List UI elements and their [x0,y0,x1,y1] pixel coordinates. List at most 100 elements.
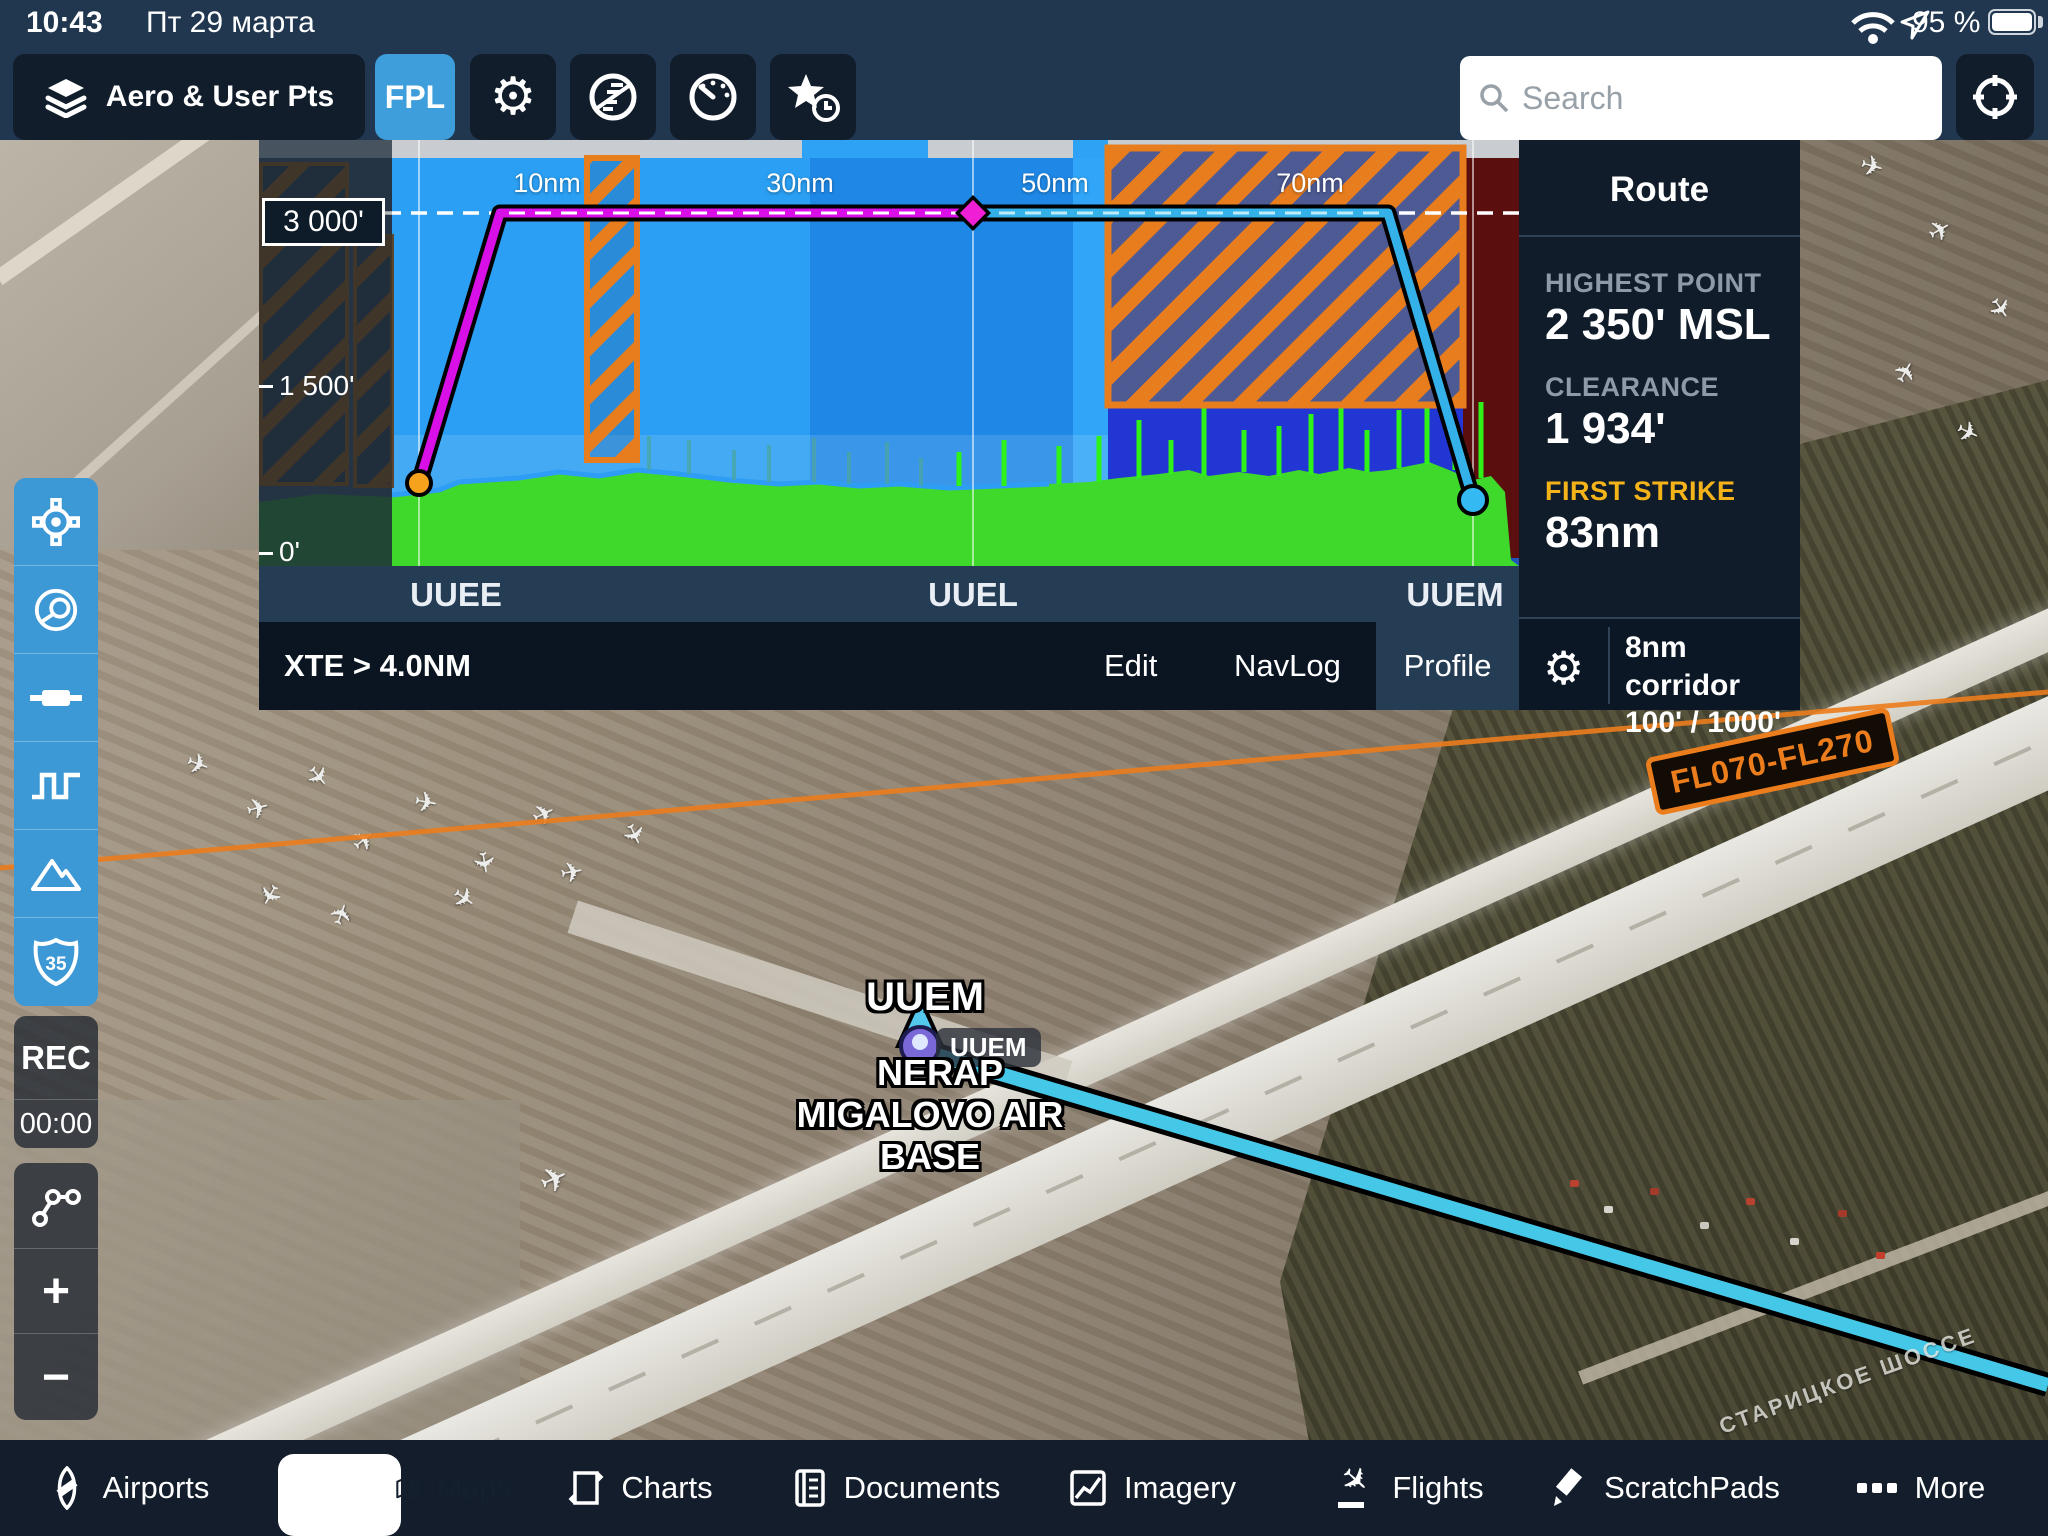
profile-chart[interactable]: 3 000' 1 500' 0' 10nm 30nm 50nm 70nm [259,140,1519,566]
distance-label-10nm: 10nm [497,168,597,199]
map-label-base: BASE [790,1136,1070,1178]
traffic-pattern-button[interactable] [14,566,98,654]
departure-waypoint-dot[interactable] [407,471,431,495]
maps-icon [395,1468,420,1508]
first-strike-label: FIRST STRIKE [1545,476,1736,507]
map-zoom-group: + − [14,1163,98,1420]
instruments-button[interactable] [670,54,756,140]
airspace-band-hatched [587,158,637,460]
tab-documents[interactable]: Documents [768,1440,1024,1536]
highest-point-label: HIGHEST POINT [1545,268,1762,299]
charts-icon [567,1467,605,1509]
corridor-settings-text: 8nm corridor 100' / 1000' [1625,629,1800,742]
map-label-nerap: NERAP [850,1052,1030,1094]
route-line[interactable] [920,1050,2048,1385]
search-box[interactable] [1460,56,1942,140]
distance-label-30nm: 30nm [750,168,850,199]
tab-charts[interactable]: Charts [512,1440,768,1536]
bottom-tab-bar: Airports Maps Charts [0,1440,2048,1536]
route-icon [31,1184,81,1228]
terrain-button[interactable] [14,830,98,918]
shield-value: 35 [45,954,67,975]
weather-fronts-button[interactable] [570,54,656,140]
tab-label: Maps [436,1470,512,1506]
documents-icon [792,1467,828,1509]
corridor-settings-row[interactable]: ⚙ 8nm corridor 100' / 1000' [1519,617,1800,710]
tab-imagery[interactable]: Imagery [1024,1440,1280,1536]
divider [1608,627,1610,704]
divider [1519,235,1800,237]
gauge-icon [687,71,739,123]
layers-icon [44,76,88,118]
foreflight-screen: ✈ ✈ ✈ ✈ ✈ ✈ ✈ ✈ ✈ ✈ ✈ ✈ ✈ ✈ ✈ ✈ ✈ ✈ [0,0,2048,1536]
edit-button[interactable]: Edit [1104,648,1157,684]
own-position-icon [32,498,80,546]
runway-icon [30,686,82,710]
clearance-value: 1 934' [1545,404,1666,454]
altitude-tick [259,552,273,555]
gear-icon: ⚙ [490,67,537,127]
xte-status: XTE > 4.0NM [284,648,471,684]
tab-flights[interactable]: ✈ Flights [1280,1440,1536,1536]
tab-label: More [1915,1470,1986,1506]
crosshair-icon [1970,72,2020,122]
record-track-button[interactable]: REC [14,1016,98,1100]
zoom-in-button[interactable]: + [14,1249,98,1334]
altitude-preview-button[interactable] [14,742,98,830]
distance-label-70nm: 70nm [1260,168,1360,199]
selected-altitude-box[interactable]: 3 000' [262,198,385,246]
tab-label: Airports [103,1470,210,1506]
fpl-button[interactable]: FPL [375,54,455,140]
waypoint-label-uuem[interactable]: UUEM [1385,576,1525,614]
destination-waypoint-dot[interactable] [1459,486,1487,514]
distance-label-50nm: 50nm [1005,168,1105,199]
mountain-icon [30,855,82,893]
corridor-buffers: 100' / 1000' [1625,704,1800,742]
favorites-recents-button[interactable] [770,54,856,140]
route-editor-button[interactable] [14,1163,98,1249]
tab-label: Imagery [1124,1470,1236,1506]
shield-icon: 35 [33,937,79,987]
clearance-label: CLEARANCE [1545,372,1719,403]
airports-icon [47,1466,87,1510]
locate-me-button[interactable] [1956,54,2034,140]
battery-icon [1988,9,2036,35]
profile-tab-selected[interactable]: Profile [1376,622,1519,710]
speed-limit-button[interactable]: 35 [14,918,98,1006]
zoom-out-button[interactable]: − [14,1334,98,1420]
altitude-label-0: 0' [279,536,300,566]
runway-proximity-button[interactable] [14,654,98,742]
map-label-migalovo: MIGALOVO AIR [790,1094,1070,1136]
map-layers-button[interactable]: Aero & User Pts [13,54,365,140]
settings-button[interactable]: ⚙ [470,54,556,140]
center-on-position-button[interactable] [14,478,98,566]
tab-airports[interactable]: Airports [0,1440,256,1536]
clock: 10:43 [26,6,103,40]
tab-label: Documents [844,1470,1001,1506]
waypoint-label-uuel[interactable]: UUEL [903,576,1043,614]
wifi-icon [1850,10,1896,44]
tab-more[interactable]: More [1792,1440,2048,1536]
map-tools-group: 35 [14,478,98,1006]
search-input[interactable] [1522,80,1902,117]
profile-tab-label: Profile [1404,648,1492,684]
route-panel: Route HIGHEST POINT 2 350' MSL CLEARANCE… [1519,140,1800,710]
waypoint-label-row: UUEE UUEL UUEM [259,566,1519,622]
scratchpads-icon [1548,1468,1588,1508]
top-bar: 10:43 Пт 29 марта 95 % Aero & User Pts F… [0,0,2048,140]
profile-chart-svg [259,140,1519,566]
waypoint-label-uuee[interactable]: UUEE [386,576,526,614]
tab-maps[interactable]: Maps [256,1440,512,1536]
map-airport-code-label: UUEM [840,975,1010,1020]
altitude-tick [259,385,273,388]
navlog-button[interactable]: NavLog [1234,648,1341,684]
date: Пт 29 марта [146,6,315,40]
altitude-label-1500: 1 500' [279,370,354,402]
battery-tip [2038,16,2043,28]
tab-label: Flights [1392,1470,1483,1506]
search-icon [1478,82,1510,114]
corridor-gear-icon[interactable]: ⚙ [1543,641,1584,695]
tab-scratchpads[interactable]: ScratchPads [1536,1440,1792,1536]
highest-point-value: 2 350' MSL [1545,300,1771,350]
route-panel-title: Route [1519,170,1800,210]
